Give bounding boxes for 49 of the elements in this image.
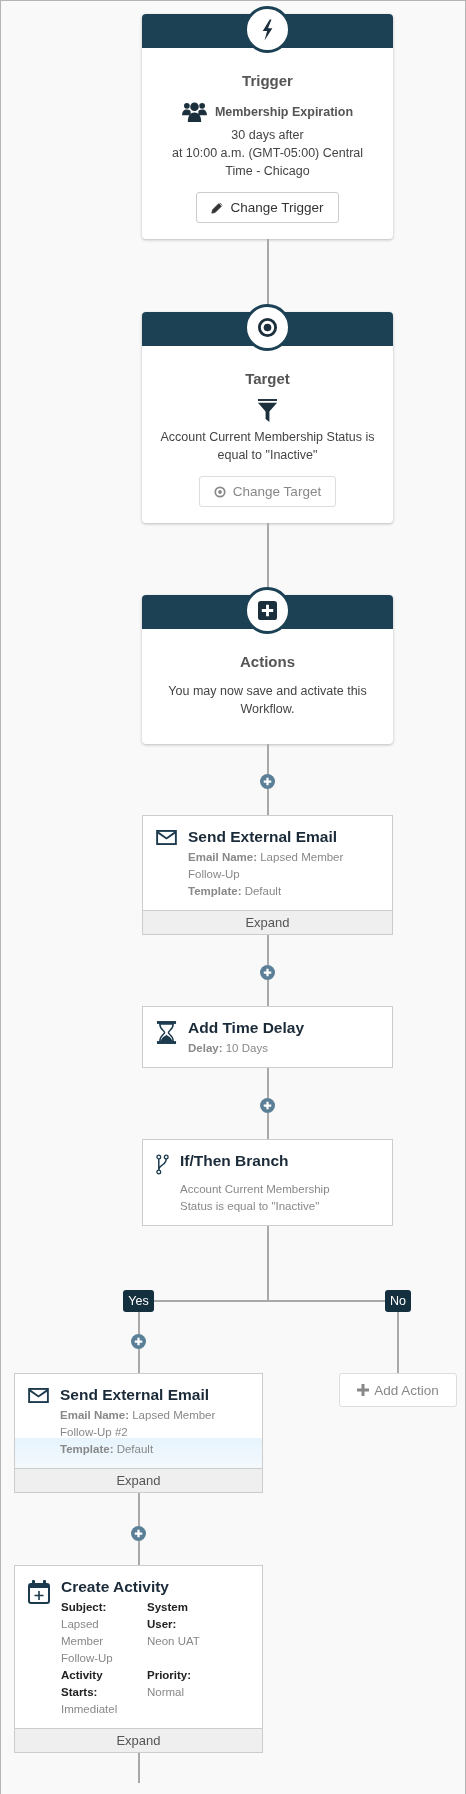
users-icon <box>181 101 207 122</box>
card-title: Target <box>245 370 290 387</box>
trigger-offset: 30 days after <box>231 127 304 144</box>
field-text: Template: Default <box>60 1442 155 1457</box>
add-step-button[interactable] <box>260 965 275 980</box>
add-step-button[interactable] <box>260 1098 275 1113</box>
field-value: Lapsed Member Follow-Up <box>61 1617 114 1666</box>
hourglass-icon <box>156 1021 177 1044</box>
field-text: Email Name: Lapsed Member Follow-Up #2 <box>60 1408 217 1440</box>
yes-label: Yes <box>123 1290 154 1312</box>
field-value: Neon UAT <box>147 1634 201 1649</box>
action-title: Send External Email <box>188 828 339 846</box>
action-title: Add Time Delay <box>188 1019 305 1037</box>
branch-icon <box>156 1154 169 1175</box>
card-title: Trigger <box>242 72 293 89</box>
card-title: Actions <box>240 653 295 670</box>
no-label: No <box>385 1290 411 1312</box>
actions-message: You may now save and activate this Workflow. <box>167 683 368 718</box>
expand-button[interactable]: Expand <box>15 1728 262 1752</box>
calendar-add-icon <box>28 1580 50 1604</box>
action-title: Send External Email <box>60 1386 211 1404</box>
filter-icon <box>257 399 278 422</box>
field-label: System User: <box>147 1600 189 1632</box>
action-title: Create Activity <box>61 1578 170 1596</box>
field-text: Delay: 10 Days <box>188 1041 269 1056</box>
trigger-schedule: at 10:00 a.m. (GMT-05:00) Central Time - Chicago <box>170 145 365 180</box>
branch-condition: Account Current Membership Status is equal to "Inactive" <box>180 1182 331 1214</box>
envelope-icon <box>28 1388 49 1403</box>
target-condition: Account Current Membership Status is equal to "Inactive" <box>159 429 376 464</box>
field-label: Subject: <box>61 1600 108 1615</box>
expand-button[interactable]: Expand <box>15 1468 262 1492</box>
field-label: Activity Starts: <box>61 1668 104 1700</box>
field-value: Immediatel <box>61 1702 119 1717</box>
pencil-icon <box>211 201 224 214</box>
field-text: Email Name: Lapsed Member Follow-Up <box>188 850 345 882</box>
expand-button[interactable]: Expand <box>143 910 392 934</box>
envelope-icon <box>156 830 177 845</box>
change-trigger-button[interactable]: Change Trigger <box>196 192 339 223</box>
add-action-button[interactable]: Add Action <box>339 1373 457 1407</box>
field-value: Normal <box>147 1685 186 1700</box>
add-step-button[interactable] <box>260 774 275 789</box>
field-text: Template: Default <box>188 884 283 899</box>
add-step-button[interactable] <box>131 1334 146 1349</box>
plus-icon <box>357 1384 370 1396</box>
add-step-button[interactable] <box>131 1526 146 1541</box>
field-label: Priority: <box>147 1668 193 1683</box>
action-title: If/Then Branch <box>180 1152 290 1170</box>
target-icon <box>213 485 226 498</box>
trigger-event: Membership Expiration <box>214 104 354 119</box>
